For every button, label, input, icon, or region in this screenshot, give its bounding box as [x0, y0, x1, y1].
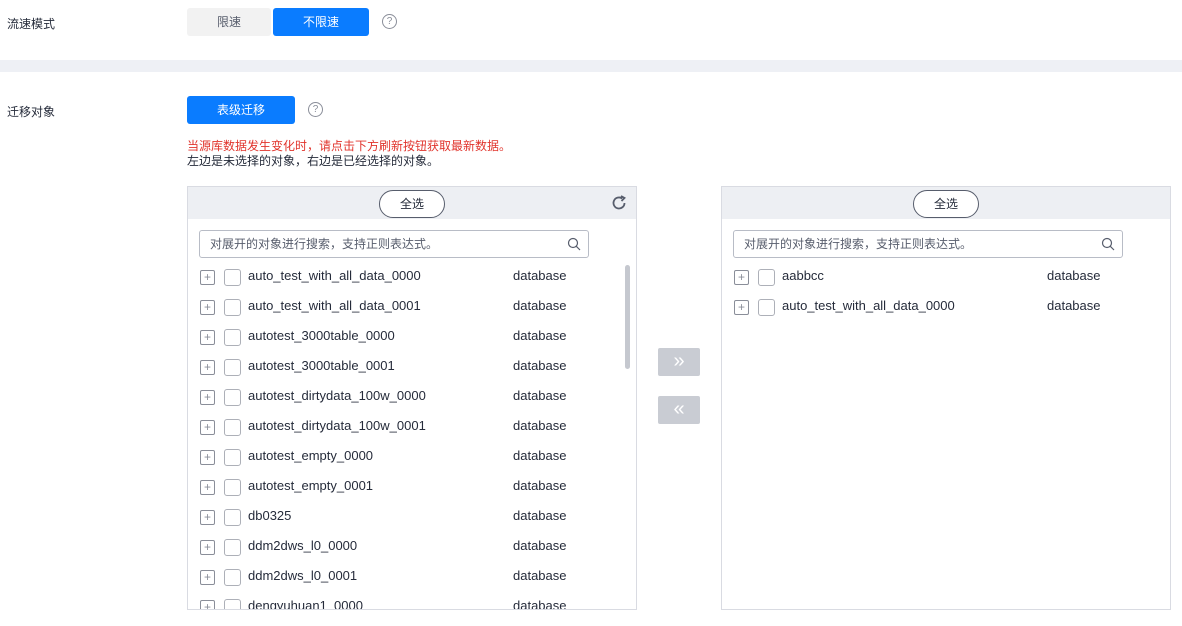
item-checkbox[interactable] — [224, 479, 241, 496]
item-name: autotest_dirtydata_100w_0000 — [248, 388, 426, 403]
item-type: database — [513, 448, 567, 463]
expand-icon[interactable]: + — [200, 570, 215, 585]
item-checkbox[interactable] — [224, 419, 241, 436]
item-type: database — [513, 268, 567, 283]
item-type: database — [513, 598, 567, 610]
move-left-button[interactable]: « — [658, 396, 700, 424]
item-checkbox[interactable] — [758, 269, 775, 286]
list-item[interactable]: + ddm2dws_l0_0001 database — [188, 563, 618, 593]
list-item[interactable]: + autotest_dirtydata_100w_0000 database — [188, 383, 618, 413]
search-icon[interactable] — [567, 237, 581, 251]
expand-icon[interactable]: + — [200, 540, 215, 555]
item-name: auto_test_with_all_data_0000 — [248, 268, 421, 283]
item-name: aabbcc — [782, 268, 824, 283]
list-item[interactable]: + dengyuhuan1_0000 database — [188, 593, 618, 610]
expand-icon[interactable]: + — [200, 480, 215, 495]
migration-object-label: 迁移对象 — [7, 105, 56, 119]
expand-icon[interactable]: + — [200, 510, 215, 525]
list-item[interactable]: + auto_test_with_all_data_0000 database — [722, 293, 1152, 323]
expand-icon[interactable]: + — [200, 420, 215, 435]
item-checkbox[interactable] — [224, 269, 241, 286]
no-limit-speed-option[interactable]: 不限速 — [273, 8, 369, 36]
refresh-icon[interactable] — [610, 194, 628, 212]
expand-icon[interactable]: + — [200, 300, 215, 315]
selected-objects-panel: 全选 + aabbcc database + auto_test_with_all_da… — [721, 186, 1171, 610]
double-chevron-left-icon: « — [673, 398, 685, 420]
item-type: database — [513, 328, 567, 343]
select-all-button[interactable]: 全选 — [913, 190, 979, 218]
item-type: database — [513, 388, 567, 403]
list-item[interactable]: + autotest_empty_0000 database — [188, 443, 618, 473]
search-input[interactable] — [744, 235, 1084, 253]
item-checkbox[interactable] — [224, 449, 241, 466]
list-item[interactable]: + aabbcc database — [722, 263, 1152, 293]
item-name: dengyuhuan1_0000 — [248, 598, 363, 610]
expand-icon[interactable]: + — [200, 270, 215, 285]
item-name: autotest_dirtydata_100w_0001 — [248, 418, 426, 433]
item-checkbox[interactable] — [224, 509, 241, 526]
panel-header: 全选 — [188, 187, 636, 219]
expand-icon[interactable]: + — [200, 450, 215, 465]
list-item[interactable]: + ddm2dws_l0_0000 database — [188, 533, 618, 563]
panel-header: 全选 — [722, 187, 1170, 219]
list-item[interactable]: + auto_test_with_all_data_0001 database — [188, 293, 618, 323]
item-name: autotest_empty_0000 — [248, 448, 374, 463]
item-checkbox[interactable] — [224, 569, 241, 586]
search-box — [733, 230, 1123, 258]
item-type: database — [513, 538, 567, 553]
search-icon[interactable] — [1101, 237, 1115, 251]
move-right-button[interactable]: » — [658, 348, 700, 376]
flow-mode-label: 流速模式 — [7, 17, 56, 31]
item-type: database — [1047, 268, 1101, 283]
item-name: autotest_empty_0001 — [248, 478, 374, 493]
question-circle-icon[interactable]: ? — [382, 14, 397, 29]
item-type: database — [513, 568, 567, 583]
item-checkbox[interactable] — [224, 599, 241, 609]
select-all-button[interactable]: 全选 — [379, 190, 445, 218]
item-type: database — [1047, 298, 1101, 313]
question-circle-icon[interactable]: ? — [308, 102, 323, 117]
expand-icon[interactable]: + — [734, 270, 749, 285]
item-name: db0325 — [248, 508, 292, 523]
expand-icon[interactable]: + — [200, 330, 215, 345]
item-type: database — [513, 508, 567, 523]
list-item[interactable]: + db0325 database — [188, 503, 618, 533]
item-name: autotest_3000table_0001 — [248, 358, 395, 373]
selection-info-text: 左边是未选择的对象，右边是已经选择的对象。 — [187, 154, 440, 168]
item-checkbox[interactable] — [224, 359, 241, 376]
expand-icon[interactable]: + — [200, 600, 215, 609]
table-level-migration-button[interactable]: 表级迁移 — [187, 96, 295, 124]
available-objects-panel: 全选 + auto_test_with_all_data_0000 database… — [187, 186, 637, 610]
item-name: auto_test_with_all_data_0000 — [782, 298, 955, 313]
item-name: autotest_3000table_0000 — [248, 328, 395, 343]
item-type: database — [513, 358, 567, 373]
list-item[interactable]: + autotest_3000table_0000 database — [188, 323, 618, 353]
expand-icon[interactable]: + — [734, 300, 749, 315]
item-checkbox[interactable] — [224, 329, 241, 346]
item-type: database — [513, 418, 567, 433]
limit-speed-option[interactable]: 限速 — [187, 8, 271, 36]
item-checkbox[interactable] — [224, 299, 241, 316]
search-input[interactable] — [210, 235, 550, 253]
item-type: database — [513, 478, 567, 493]
search-box — [199, 230, 589, 258]
section-divider — [0, 60, 1182, 72]
list-item[interactable]: + autotest_dirtydata_100w_0001 database — [188, 413, 618, 443]
item-name: ddm2dws_l0_0001 — [248, 568, 358, 583]
list-item[interactable]: + autotest_empty_0001 database — [188, 473, 618, 503]
item-checkbox[interactable] — [758, 299, 775, 316]
list-item[interactable]: + auto_test_with_all_data_0000 database — [188, 263, 618, 293]
item-checkbox[interactable] — [224, 539, 241, 556]
double-chevron-right-icon: » — [673, 350, 685, 372]
expand-icon[interactable]: + — [200, 360, 215, 375]
list-item[interactable]: + autotest_3000table_0001 database — [188, 353, 618, 383]
item-checkbox[interactable] — [224, 389, 241, 406]
item-name: ddm2dws_l0_0000 — [248, 538, 358, 553]
expand-icon[interactable]: + — [200, 390, 215, 405]
item-name: auto_test_with_all_data_0001 — [248, 298, 421, 313]
scrollbar[interactable] — [625, 265, 630, 369]
item-type: database — [513, 298, 567, 313]
